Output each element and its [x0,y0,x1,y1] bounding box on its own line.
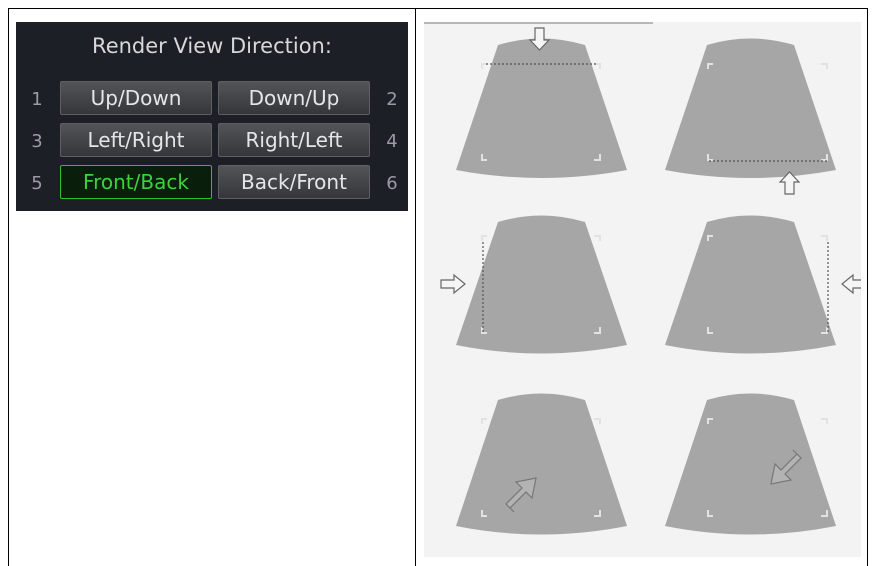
option-number-3: 3 [31,131,43,152]
option-number-5: 5 [31,173,43,194]
option-number-6: 6 [386,173,398,194]
option-number-2: 2 [386,89,398,110]
illustration-right-left [643,202,861,380]
sector-up-down [456,27,627,178]
render-view-direction-panel: Render View Direction: 1 Up/Down Down/Up… [16,22,408,211]
table-border-left [8,8,9,566]
back-front-button[interactable]: Back/Front [218,165,370,199]
up-down-button[interactable]: Up/Down [60,81,212,115]
sector-left-right [440,215,627,354]
table-divider [415,8,416,566]
sector-back-front [665,393,836,535]
left-right-button[interactable]: Left/Right [60,123,212,157]
left-arrow-icon [841,273,861,295]
panel-title: Render View Direction: [92,34,332,58]
illustration-left-right [424,202,642,380]
option-number-4: 4 [386,131,398,152]
sector-down-up [665,38,836,195]
right-arrow-icon [440,273,466,295]
option-number-1: 1 [31,89,43,110]
illustration-back-front [643,380,861,558]
sector-front-back [456,393,627,535]
table-border-top [8,8,868,9]
down-up-button[interactable]: Down/Up [218,81,370,115]
illustration-down-up [643,22,861,200]
illustration-front-back [424,380,642,558]
right-left-button[interactable]: Right/Left [218,123,370,157]
sector-right-left [665,215,861,354]
front-back-button[interactable]: Front/Back [60,165,212,199]
direction-illustrations [424,22,861,557]
table-border-right [867,8,868,566]
illustration-up-down [424,22,642,200]
